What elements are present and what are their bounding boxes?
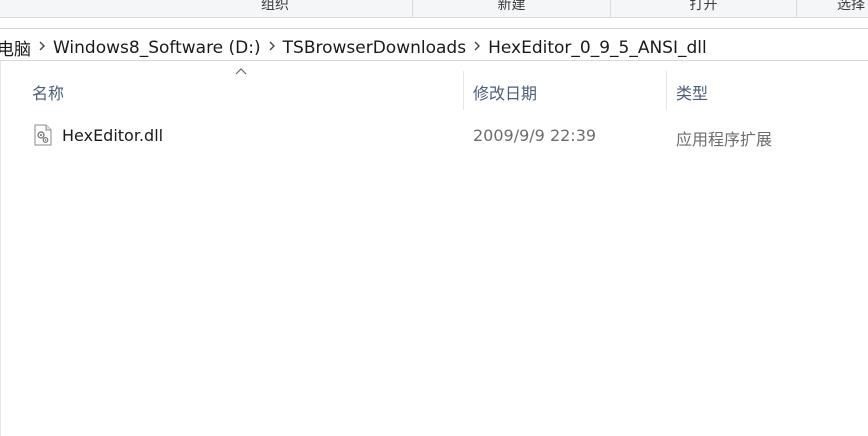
file-name: HexEditor.dll xyxy=(62,126,164,145)
ribbon-group-label: 组织 xyxy=(261,0,289,13)
column-divider[interactable] xyxy=(463,71,464,110)
file-type: 应用程序扩展 xyxy=(676,130,773,149)
breadcrumb-item-current-folder[interactable]: HexEditor_0_9_5_ANSI_dll xyxy=(488,38,707,58)
ribbon-group-open[interactable]: 打开 xyxy=(611,0,797,17)
breadcrumb-item-downloads[interactable]: TSBrowserDownloads xyxy=(283,38,466,58)
column-header-name[interactable]: 名称 xyxy=(32,80,64,104)
column-divider[interactable] xyxy=(666,71,667,110)
ribbon-group-new[interactable]: 新建 xyxy=(413,0,611,17)
breadcrumb: 电脑 Windows8_Software (D:) TSBrowserDownl… xyxy=(0,35,707,61)
ribbon-group-label: 新建 xyxy=(497,0,526,13)
dll-file-icon xyxy=(34,124,52,146)
breadcrumb-item-drive[interactable]: Windows8_Software (D:) xyxy=(53,38,261,58)
chevron-right-icon[interactable] xyxy=(466,41,488,54)
ribbon-group-organize[interactable]: 组织 xyxy=(138,0,413,17)
column-header-type[interactable]: 类型 xyxy=(676,80,708,104)
file-row[interactable]: HexEditor.dll 2009/9/9 22:39 应用程序扩展 xyxy=(28,120,848,152)
ribbon-group-select[interactable]: 选择 xyxy=(797,0,868,17)
address-bar[interactable]: 电脑 Windows8_Software (D:) TSBrowserDownl… xyxy=(0,28,868,61)
ribbon-group-label: 打开 xyxy=(689,0,718,13)
file-modified-date: 2009/9/9 22:39 xyxy=(473,126,597,145)
sort-ascending-icon xyxy=(235,68,247,75)
pane-divider xyxy=(0,61,1,436)
ribbon-group-labels: 组织 新建 打开 选择 xyxy=(0,0,868,18)
column-header-date[interactable]: 修改日期 xyxy=(473,80,537,104)
chevron-right-icon[interactable] xyxy=(261,41,283,54)
ribbon-group-label: 选择 xyxy=(837,0,865,13)
chevron-right-icon[interactable] xyxy=(31,41,53,54)
breadcrumb-item-this-pc[interactable]: 电脑 xyxy=(0,35,31,60)
